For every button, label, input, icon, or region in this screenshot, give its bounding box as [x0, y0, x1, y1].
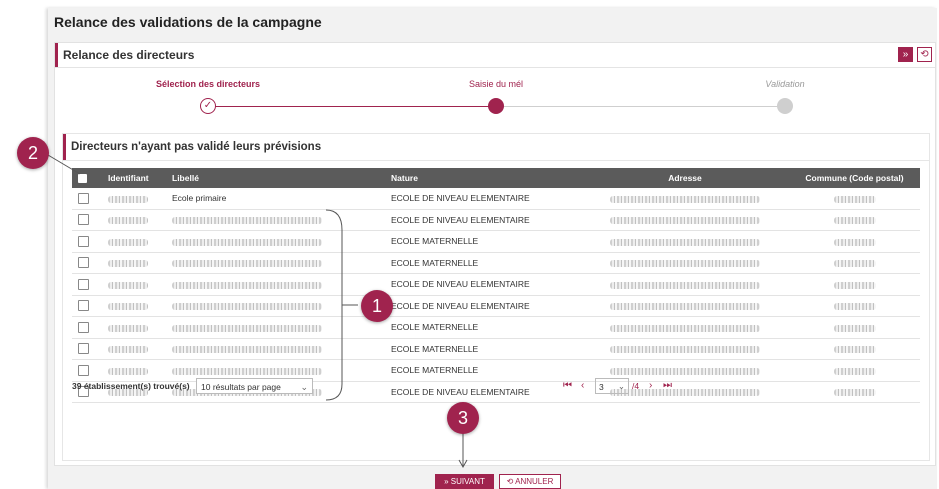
callout-badge: 2 [17, 137, 49, 169]
callout-badge: 3 [447, 402, 479, 434]
callout-badge: 1 [361, 290, 393, 322]
